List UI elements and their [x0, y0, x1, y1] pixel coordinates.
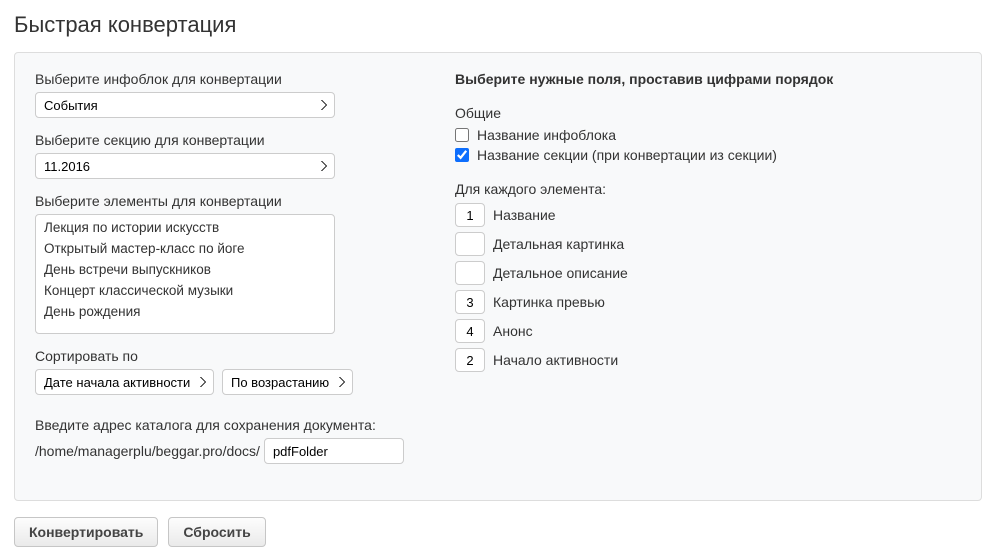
- peritem-field-row: Детальное описание: [455, 261, 961, 285]
- peritem-order-input[interactable]: [455, 261, 485, 285]
- peritem-group-heading: Для каждого элемента:: [455, 181, 961, 197]
- infoblock-select[interactable]: События: [35, 92, 335, 118]
- save-path-label: Введите адрес каталога для сохранения до…: [35, 417, 415, 433]
- save-path-prefix: /home/managerplu/beggar.pro/docs/: [35, 443, 260, 459]
- common-field-row[interactable]: Название инфоблока: [455, 127, 961, 143]
- convert-button[interactable]: Конвертировать: [14, 517, 158, 547]
- peritem-field-label: Анонс: [493, 323, 533, 339]
- common-field-checkbox[interactable]: [455, 148, 469, 162]
- peritem-field-row: Анонс: [455, 319, 961, 343]
- common-group-heading: Общие: [455, 105, 961, 121]
- peritem-field-row: Детальная картинка: [455, 232, 961, 256]
- list-item[interactable]: Концерт классической музыки: [36, 280, 334, 301]
- right-column: Выберите нужные поля, проставив цифрами …: [455, 71, 961, 478]
- peritem-order-input[interactable]: [455, 203, 485, 227]
- common-field-checkbox[interactable]: [455, 128, 469, 142]
- section-select[interactable]: 11.2016: [35, 153, 335, 179]
- peritem-field-label: Название: [493, 207, 556, 223]
- peritem-field-row: Название: [455, 203, 961, 227]
- sort-direction-select[interactable]: По возрастанию: [222, 369, 353, 395]
- peritem-field-label: Детальная картинка: [493, 236, 624, 252]
- elements-listbox[interactable]: Лекция по истории искусствОткрытый масте…: [35, 214, 335, 334]
- section-label: Выберите секцию для конвертации: [35, 132, 415, 148]
- peritem-field-label: Начало активности: [493, 352, 618, 368]
- infoblock-label: Выберите инфоблок для конвертации: [35, 71, 415, 87]
- fields-instruction: Выберите нужные поля, проставив цифрами …: [455, 71, 961, 87]
- sort-field-select[interactable]: Дате начала активности: [35, 369, 214, 395]
- peritem-order-input[interactable]: [455, 348, 485, 372]
- reset-button[interactable]: Сбросить: [168, 517, 265, 547]
- elements-label: Выберите элементы для конвертации: [35, 193, 415, 209]
- peritem-field-label: Детальное описание: [493, 265, 628, 281]
- left-column: Выберите инфоблок для конвертации Событи…: [35, 71, 415, 478]
- page-title: Быстрая конвертация: [14, 12, 982, 38]
- save-folder-input[interactable]: [264, 438, 404, 464]
- list-item[interactable]: Лекция по истории искусств: [36, 217, 334, 238]
- peritem-field-label: Картинка превью: [493, 294, 605, 310]
- list-item[interactable]: День рождения: [36, 301, 334, 322]
- list-item[interactable]: Открытый мастер-класс по йоге: [36, 238, 334, 259]
- list-item[interactable]: День встречи выпускников: [36, 259, 334, 280]
- common-field-label: Название инфоблока: [477, 127, 616, 143]
- conversion-panel: Выберите инфоблок для конвертации Событи…: [14, 52, 982, 501]
- peritem-field-row: Начало активности: [455, 348, 961, 372]
- peritem-order-input[interactable]: [455, 290, 485, 314]
- sort-label: Сортировать по: [35, 348, 415, 364]
- peritem-order-input[interactable]: [455, 232, 485, 256]
- common-field-row[interactable]: Название секции (при конвертации из секц…: [455, 147, 961, 163]
- peritem-order-input[interactable]: [455, 319, 485, 343]
- common-field-label: Название секции (при конвертации из секц…: [477, 147, 777, 163]
- peritem-field-row: Картинка превью: [455, 290, 961, 314]
